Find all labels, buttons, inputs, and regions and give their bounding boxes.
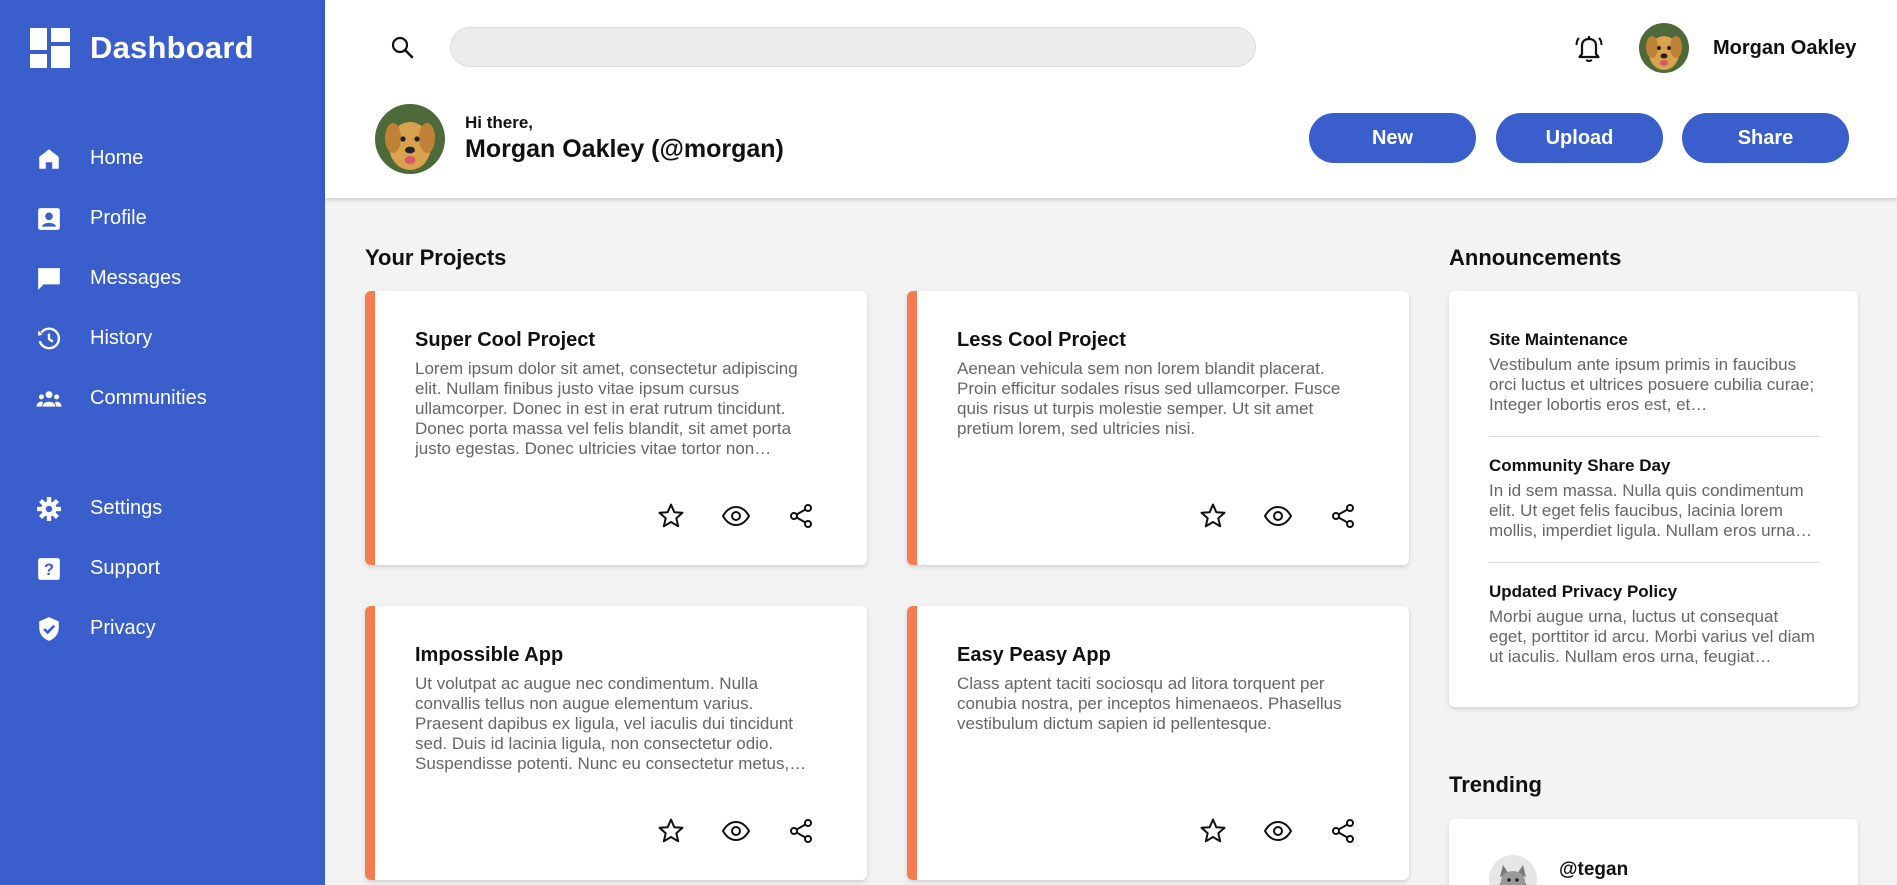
search-input[interactable] (450, 27, 1256, 67)
sidebar-item-home[interactable]: Home (0, 134, 325, 182)
messages-icon (36, 266, 62, 292)
sidebar-item-label: History (90, 327, 153, 349)
sidebar: Dashboard Home Profile Messages History (0, 0, 325, 885)
new-button[interactable]: New (1309, 113, 1476, 163)
eye-icon[interactable] (721, 816, 751, 846)
eye-icon[interactable] (721, 501, 751, 531)
project-title: Less Cool Project (957, 329, 1126, 351)
announcements-heading: Announcements (1449, 245, 1622, 270)
star-icon[interactable] (656, 501, 686, 531)
communities-icon (36, 386, 62, 412)
announcement-text: Morbi augue urna, luctus ut consequat eg… (1489, 607, 1815, 666)
project-card[interactable]: Easy Peasy App Class aptent taciti socio… (907, 606, 1409, 880)
project-title: Impossible App (415, 644, 564, 666)
sidebar-item-profile[interactable]: Profile (0, 194, 325, 242)
share-icon[interactable] (786, 816, 816, 846)
profile-avatar (375, 104, 445, 174)
announcement-title: Updated Privacy Policy (1489, 582, 1678, 601)
sidebar-item-settings[interactable]: Settings (0, 484, 325, 532)
header: Morgan Oakley Hi there, Morgan Oakley (@… (325, 0, 1897, 198)
gear-icon (36, 496, 62, 522)
divider (1489, 436, 1819, 437)
eye-icon[interactable] (1263, 816, 1293, 846)
sidebar-item-label: Home (90, 147, 144, 169)
star-icon[interactable] (656, 816, 686, 846)
sidebar-item-messages[interactable]: Messages (0, 254, 325, 302)
trending-handle[interactable]: @tegan (1559, 859, 1628, 881)
star-icon[interactable] (1198, 816, 1228, 846)
bell-icon[interactable] (1574, 32, 1604, 64)
project-title: Super Cool Project (415, 329, 596, 351)
user-name[interactable]: Morgan Oakley (1713, 37, 1856, 60)
project-description: Class aptent taciti sociosqu ad litora t… (957, 674, 1342, 733)
project-title: Easy Peasy App (957, 644, 1111, 666)
announcements-panel: Site Maintenance Vestibulum ante ipsum p… (1449, 291, 1858, 707)
help-icon: ? (36, 556, 62, 582)
sidebar-item-label: Communities (90, 387, 207, 409)
project-card[interactable]: Impossible App Ut volutpat ac augue nec … (365, 606, 867, 880)
sidebar-item-label: Privacy (90, 617, 156, 639)
profile-icon (36, 206, 62, 232)
project-card[interactable]: Less Cool Project Aenean vehicula sem no… (907, 291, 1409, 565)
avatar[interactable] (1639, 23, 1689, 73)
announcement-item[interactable]: Updated Privacy Policy Morbi augue urna,… (1489, 582, 1819, 667)
announcement-item[interactable]: Community Share Day In id sem massa. Nul… (1489, 456, 1819, 541)
svg-text:?: ? (44, 561, 54, 579)
projects-heading: Your Projects (365, 245, 507, 270)
greeting: Hi there, (465, 113, 534, 132)
project-description: Ut volutpat ac augue nec condimentum. Nu… (415, 674, 807, 773)
sidebar-item-label: Profile (90, 207, 147, 229)
sidebar-item-label: Support (90, 557, 161, 579)
brand[interactable]: Dashboard (30, 28, 254, 68)
trending-panel: @tegan (1449, 819, 1858, 885)
announcement-title: Site Maintenance (1489, 330, 1628, 349)
sidebar-item-label: Messages (90, 267, 182, 289)
history-icon (36, 326, 62, 352)
sidebar-item-history[interactable]: History (0, 314, 325, 362)
share-icon[interactable] (786, 501, 816, 531)
sidebar-item-communities[interactable]: Communities (0, 374, 325, 422)
announcement-text: In id sem massa. Nulla quis condimentum … (1489, 481, 1813, 540)
divider (1489, 562, 1819, 563)
search-icon[interactable] (389, 34, 417, 62)
avatar[interactable] (1489, 855, 1537, 885)
project-description: Lorem ipsum dolor sit amet, consectetur … (415, 359, 798, 458)
announcement-item[interactable]: Site Maintenance Vestibulum ante ipsum p… (1489, 330, 1819, 415)
share-button[interactable]: Share (1682, 113, 1849, 163)
star-icon[interactable] (1198, 501, 1228, 531)
eye-icon[interactable] (1263, 501, 1293, 531)
upload-button[interactable]: Upload (1496, 113, 1663, 163)
sidebar-item-support[interactable]: ? Support (0, 544, 325, 592)
sidebar-item-privacy[interactable]: Privacy (0, 604, 325, 652)
dashboard-logo-icon (30, 28, 70, 68)
announcement-text: Vestibulum ante ipsum primis in faucibus… (1489, 355, 1815, 414)
brand-title: Dashboard (90, 30, 254, 65)
home-icon (36, 146, 62, 172)
trending-heading: Trending (1449, 772, 1542, 797)
sidebar-item-label: Settings (90, 497, 163, 519)
page-title: Morgan Oakley (@morgan) (465, 135, 784, 163)
shield-icon (36, 616, 62, 642)
share-icon[interactable] (1328, 501, 1358, 531)
dashboard-app: Dashboard Home Profile Messages History (0, 0, 1897, 885)
project-description: Aenean vehicula sem non lorem blandit pl… (957, 359, 1341, 438)
project-card[interactable]: Super Cool Project Lorem ipsum dolor sit… (365, 291, 867, 565)
announcement-title: Community Share Day (1489, 456, 1671, 475)
share-icon[interactable] (1328, 816, 1358, 846)
